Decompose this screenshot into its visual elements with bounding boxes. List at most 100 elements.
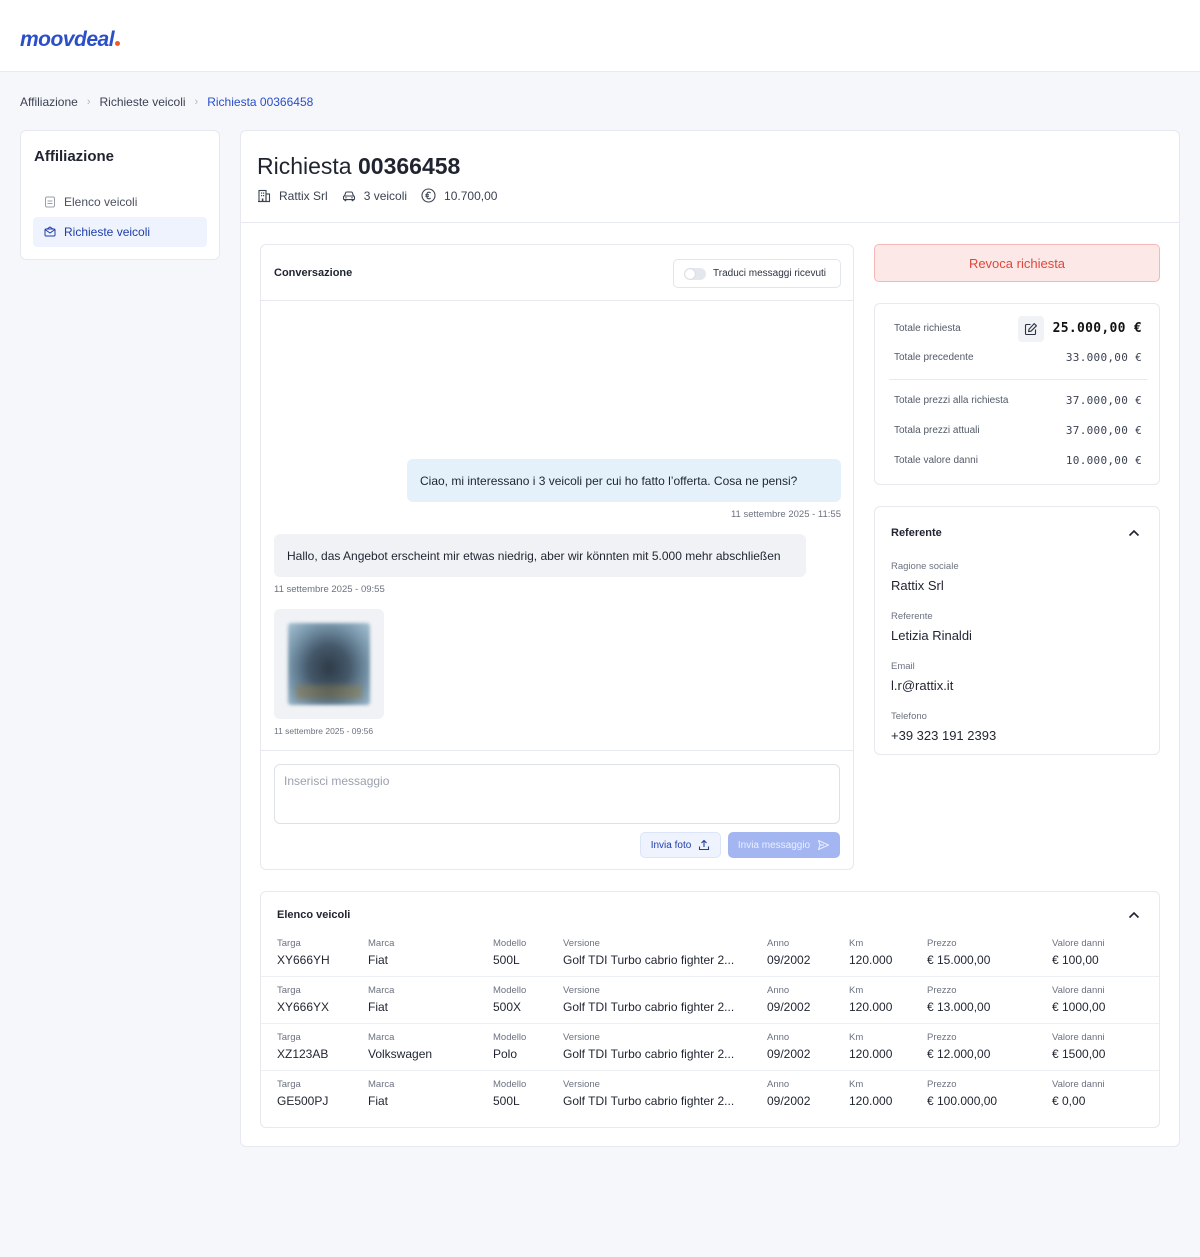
cell-prezzo: € 13.000,00 xyxy=(927,1000,991,1014)
request-amount: 10.700,00 xyxy=(444,188,498,203)
field-label: Referente xyxy=(891,611,933,622)
send-photo-button[interactable]: Invia foto xyxy=(640,832,721,858)
breadcrumb-affiliazione[interactable]: Affiliazione xyxy=(20,95,78,109)
column-header: Targa xyxy=(277,1032,301,1043)
column-header: Prezzo xyxy=(927,938,957,949)
column-header: Km xyxy=(849,938,864,949)
total-row: Totale precedente 33.000,00 € xyxy=(894,351,1142,364)
vehicles-card: Elenco veicoli Targa XY666YH Marca Fiat Mo… xyxy=(260,891,1160,1128)
message-input[interactable] xyxy=(274,764,840,824)
conversation-title: Conversazione xyxy=(274,267,353,279)
breadcrumb-richieste-veicoli[interactable]: Richieste veicoli xyxy=(100,95,186,109)
company-name: Rattix Srl xyxy=(279,188,328,203)
sidebar-item-label: Elenco veicoli xyxy=(64,195,138,209)
cell-km: 120.000 xyxy=(849,953,893,967)
column-header: Prezzo xyxy=(927,985,957,996)
table-row[interactable]: Targa XY666YH Marca Fiat Modello 500L Versi… xyxy=(261,930,1159,977)
cell-valore-danni: € 0,00 xyxy=(1052,1094,1086,1108)
total-value: 37.000,00 € xyxy=(1065,424,1142,437)
cell-modello: 500L xyxy=(493,1094,520,1108)
column-header: Valore danni xyxy=(1052,938,1105,949)
cell-km: 120.000 xyxy=(849,1094,893,1108)
moovdeal-logo[interactable]: moovdeal xyxy=(20,22,121,51)
cell-versione: Golf TDI Turbo cabrio fighter 2... xyxy=(563,953,735,967)
vehicles-count: 3 veicoli xyxy=(363,188,408,203)
meta-amount: 10.700,00 xyxy=(421,188,497,203)
edit-total-button[interactable] xyxy=(1018,316,1044,342)
column-header: Km xyxy=(849,1079,864,1090)
sidebar-item-richieste-veicoli[interactable]: Richieste veicoli xyxy=(33,217,207,247)
total-row: Totale prezzi alla richiesta 37.000,00 € xyxy=(894,394,1142,407)
table-row[interactable]: Targa XY666YX Marca Fiat Modello 500X Versi… xyxy=(261,977,1159,1024)
total-row: Totale valore danni 10.000,00 € xyxy=(894,454,1142,467)
column-header: Km xyxy=(849,1032,864,1043)
field-value-telefono[interactable]: +39 323 191 2393 xyxy=(891,728,996,743)
cell-modello: Polo xyxy=(493,1047,518,1061)
message-image[interactable] xyxy=(274,609,384,719)
column-header: Anno xyxy=(767,1079,790,1090)
totals-card: Totale richiesta 25.000,00 € Totale prec… xyxy=(874,303,1160,485)
request-meta: Rattix Srl 3 veicoli 10.700,00 xyxy=(257,188,511,203)
column-header: Modello xyxy=(493,1079,527,1090)
translate-toggle[interactable]: Traduci messaggi ricevuti xyxy=(673,259,841,288)
cell-anno: 09/2002 xyxy=(767,1094,811,1108)
cell-versione: Golf TDI Turbo cabrio fighter 2... xyxy=(563,1094,735,1108)
cell-marca: Fiat xyxy=(368,953,389,967)
cell-anno: 09/2002 xyxy=(767,1000,811,1014)
cell-prezzo: € 15.000,00 xyxy=(927,953,991,967)
total-label: Totale precedente xyxy=(894,352,974,363)
send-icon xyxy=(818,839,830,851)
column-header: Modello xyxy=(493,985,527,996)
cell-km: 120.000 xyxy=(849,1000,893,1014)
field-value-ragione-sociale: Rattix Srl xyxy=(891,578,944,593)
field-label: Telefono xyxy=(891,711,927,722)
divider xyxy=(889,379,1147,380)
field-value-email[interactable]: l.r@rattix.it xyxy=(891,678,953,693)
toggle-switch[interactable] xyxy=(684,267,706,280)
cell-prezzo: € 12.000,00 xyxy=(927,1047,991,1061)
send-message-button[interactable]: Invia messaggio xyxy=(728,832,840,858)
cell-versione: Golf TDI Turbo cabrio fighter 2... xyxy=(563,1047,735,1061)
breadcrumb-current: Richiesta 00366458 xyxy=(207,95,314,109)
message-timestamp: 11 settembre 2025 - 11:55 xyxy=(730,509,841,520)
revoke-request-button[interactable]: Revoca richiesta xyxy=(874,244,1160,282)
meta-company: Rattix Srl xyxy=(257,189,328,203)
message-timestamp: 11 settembre 2025 - 09:55 xyxy=(274,584,385,595)
cell-modello: 500L xyxy=(493,953,520,967)
conversation-panel: Conversazione Traduci messaggi ricevuti … xyxy=(260,244,854,870)
building-icon xyxy=(258,189,271,202)
cell-valore-danni: € 100,00 xyxy=(1052,953,1099,967)
total-value: 33.000,00 € xyxy=(1065,351,1142,364)
chevron-up-icon[interactable] xyxy=(1127,908,1141,922)
column-header: Valore danni xyxy=(1052,1079,1105,1090)
table-row[interactable]: Targa GE500PJ Marca Fiat Modello 500L Versi… xyxy=(261,1071,1159,1118)
send-photo-label: Invia foto xyxy=(650,839,692,851)
cell-anno: 09/2002 xyxy=(767,1047,811,1061)
logo-dot xyxy=(115,41,121,46)
column-header: Targa xyxy=(277,985,301,996)
column-header: Versione xyxy=(563,1079,600,1090)
car-icon xyxy=(342,190,355,201)
sidebar-item-elenco-veicoli[interactable]: Elenco veicoli xyxy=(33,187,207,217)
cell-versione: Golf TDI Turbo cabrio fighter 2... xyxy=(563,1000,735,1014)
cell-valore-danni: € 1500,00 xyxy=(1052,1047,1106,1061)
image-thumbnail[interactable] xyxy=(288,623,370,705)
top-header: moovdeal xyxy=(0,0,1200,72)
logo-text: moovdeal xyxy=(20,28,115,51)
cell-marca: Fiat xyxy=(368,1000,389,1014)
divider xyxy=(261,750,853,751)
field-value-referente: Letizia Rinaldi xyxy=(891,628,972,643)
chevron-right-icon: › xyxy=(194,96,199,108)
chevron-up-icon[interactable] xyxy=(1127,526,1141,540)
title-number: 00366458 xyxy=(358,153,461,179)
message-incoming: Hallo, das Angebot erscheint mir etwas n… xyxy=(274,534,806,577)
edit-icon xyxy=(1024,323,1037,336)
column-header: Marca xyxy=(368,938,395,949)
total-label: Totale richiesta xyxy=(894,323,961,334)
column-header: Versione xyxy=(563,938,600,949)
message-outgoing: Ciao, mi interessano i 3 veicoli per cui… xyxy=(407,459,841,502)
total-value: 25.000,00 € xyxy=(1052,321,1142,336)
field-label: Ragione sociale xyxy=(891,561,959,572)
title-prefix: Richiesta xyxy=(257,153,352,179)
table-row[interactable]: Targa XZ123AB Marca Volkswagen Modello Polo… xyxy=(261,1024,1159,1071)
